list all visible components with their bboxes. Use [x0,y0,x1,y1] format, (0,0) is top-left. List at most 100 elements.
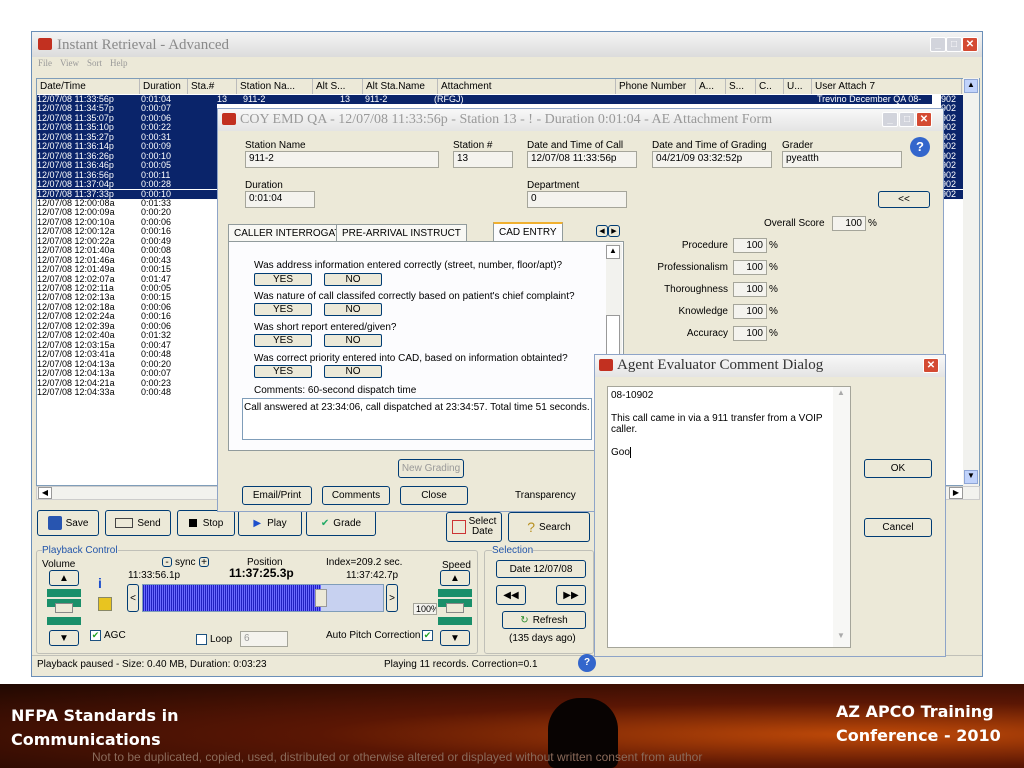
scroll-up-arrow[interactable]: ▲ [964,79,978,93]
q3-no-button[interactable]: NO [324,334,382,347]
grader-field[interactable]: pyeatth [782,151,902,168]
col-s[interactable]: S... [726,79,756,94]
sync-plus-button[interactable]: + [199,557,209,568]
grading-help-icon[interactable]: ? [910,137,930,157]
minimize-button[interactable]: _ [930,37,946,52]
position-right-arrow[interactable]: > [386,584,398,612]
scroll-right-arrow[interactable]: ▶ [949,487,963,499]
menu-view[interactable]: View [60,58,79,68]
refresh-button[interactable]: ↻ Refresh [502,611,586,629]
position-thumb[interactable] [314,589,327,607]
volume-down-button[interactable]: ▼ [49,630,79,646]
grading-datetime-field[interactable]: 04/21/09 03:32:52p [652,151,772,168]
position-track[interactable] [142,584,384,612]
agc-checkbox[interactable]: ✔ [90,630,101,641]
new-grading-button[interactable]: New Grading [398,459,464,478]
questions-scroll-thumb[interactable] [606,315,620,355]
stop-button[interactable]: Stop [177,510,235,536]
speed-up-button[interactable]: ▲ [440,570,470,586]
menu-file[interactable]: File [38,58,52,68]
duration-field[interactable]: 0:01:04 [245,191,315,208]
comment-scroll-down[interactable]: ▼ [834,631,848,645]
tab-cad-entry[interactable]: CAD ENTRY [493,222,563,242]
q1-yes-button[interactable]: YES [254,273,312,286]
speed-bar[interactable] [438,589,472,627]
col-station-no[interactable]: Sta.# [188,79,237,94]
sync-minus-button[interactable]: - [162,557,172,568]
grade-button[interactable]: ✔ Grade [306,510,376,536]
col-datetime[interactable]: Date/Time [37,79,140,94]
select-date-button[interactable]: Select Date [446,512,502,542]
auto-pitch-checkbox[interactable]: ✔ [422,630,433,641]
speed-thumb[interactable] [446,603,464,613]
email-print-button[interactable]: Email/Print [242,486,312,505]
comment-scrollbar[interactable]: ▲ ▼ [833,387,850,647]
search-button[interactable]: ? Search [508,512,590,542]
comment-close-button[interactable]: ✕ [923,358,939,373]
q4-yes-button[interactable]: YES [254,365,312,378]
questions-scroll-up[interactable]: ▲ [606,245,620,259]
score-value: 100 [733,282,767,297]
grading-minimize-button[interactable]: _ [882,112,898,127]
fast-forward-button[interactable]: ▶▶ [556,585,586,605]
speed-down-button[interactable]: ▼ [440,630,470,646]
call-datetime-label: Date and Time of Call [527,140,624,151]
comment-scroll-up[interactable]: ▲ [834,388,848,402]
q1-no-button[interactable]: NO [324,273,382,286]
cancel-button[interactable]: Cancel [864,518,932,537]
sync-label: sync [175,557,196,568]
collapse-button[interactable]: << [878,191,930,208]
stop-icon [188,519,197,527]
save-button[interactable]: Save [37,510,99,536]
col-c[interactable]: C.. [756,79,784,94]
q2-yes-button[interactable]: YES [254,303,312,316]
loop-checkbox[interactable] [196,634,207,645]
col-duration[interactable]: Duration [140,79,188,94]
col-a[interactable]: A... [696,79,726,94]
table-vscroll[interactable]: ▲ ▼ [963,78,979,486]
position-left-arrow[interactable]: < [127,584,139,612]
col-u[interactable]: U... [784,79,812,94]
col-alt-name[interactable]: Alt Sta.Name [363,79,438,94]
info-icon[interactable]: i [98,575,110,591]
close-button[interactable]: ✕ [962,37,978,52]
col-alt-s[interactable]: Alt S... [313,79,363,94]
scroll-down-arrow[interactable]: ▼ [964,470,978,484]
table-row[interactable]: 12/07/08 12:04:33a 0:00:48 [37,387,217,397]
comments-button[interactable]: Comments [322,486,390,505]
menu-help[interactable]: Help [110,58,128,68]
comment-title-bar: Agent Evaluator Comment Dialog ✕ [595,355,945,377]
tab-pre-arrival-instruct[interactable]: PRE-ARRIVAL INSTRUCT [336,224,467,242]
banner-right-1: AZ APCO Training [836,702,994,721]
q3-yes-button[interactable]: YES [254,334,312,347]
tab-scroll-right[interactable]: ▶ [608,225,620,237]
grading-maximize-button[interactable]: □ [899,112,915,127]
col-user-attach[interactable]: User Attach 7 [812,79,962,94]
menu-sort[interactable]: Sort [87,58,102,68]
volume-thumb[interactable] [55,603,73,613]
volume-up-button[interactable]: ▲ [49,570,79,586]
scroll-left-arrow[interactable]: ◀ [38,487,52,499]
volume-bar[interactable] [47,589,81,627]
call-datetime-field[interactable]: 12/07/08 11:33:56p [527,151,637,168]
questions-scrollbar[interactable]: ▲ [606,243,622,361]
tab-scroll-left[interactable]: ◀ [596,225,608,237]
lock-icon[interactable] [98,597,112,611]
close-grading-button[interactable]: Close [400,486,468,505]
maximize-button[interactable]: □ [946,37,962,52]
col-phone[interactable]: Phone Number [616,79,696,94]
station-name-field[interactable]: 911-2 [245,151,439,168]
station-no-field[interactable]: 13 [453,151,513,168]
play-button[interactable]: ▶ Play [238,510,302,536]
col-attachment[interactable]: Attachment [438,79,616,94]
date-button[interactable]: Date 12/07/08 [496,560,586,578]
ok-button[interactable]: OK [864,459,932,478]
send-button[interactable]: Send [105,510,171,536]
rewind-button[interactable]: ◀◀ [496,585,526,605]
grading-close-button[interactable]: ✕ [916,112,932,127]
loop-field[interactable]: 6 [240,631,288,647]
q4-no-button[interactable]: NO [324,365,382,378]
department-field[interactable]: 0 [527,191,627,208]
col-station-name[interactable]: Station Na... [237,79,313,94]
q2-no-button[interactable]: NO [324,303,382,316]
